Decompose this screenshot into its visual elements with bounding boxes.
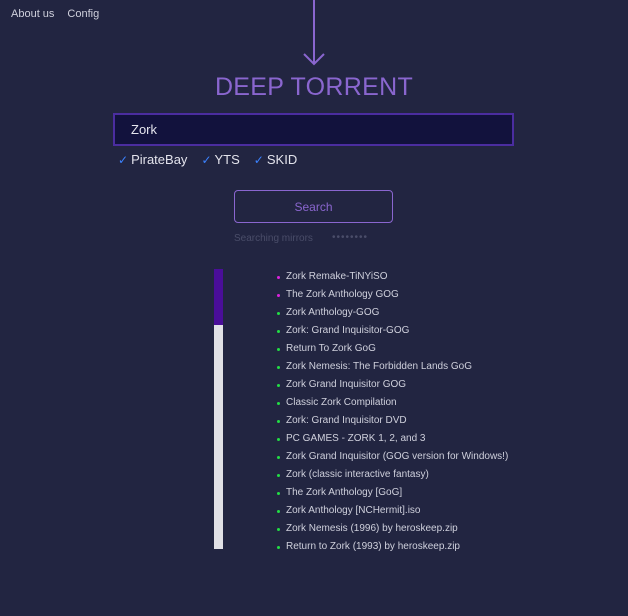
source-checkboxes: ✓ PirateBay ✓ YTS ✓ SKID [118,152,297,167]
status-dot-icon [277,491,280,495]
result-title: Return To Zork GoG [286,343,376,354]
source-label: SKID [266,152,298,167]
source-checkbox-skid[interactable]: ✓ SKID [254,152,297,167]
result-title: Zork Anthology [NCHermit].iso [286,505,421,516]
status-dot-icon [277,401,280,405]
result-item[interactable]: Zork Nemesis (1996) by heroskeep.zip [277,520,508,538]
config-link[interactable]: Config [67,8,99,20]
status-dot-icon [277,545,280,549]
status-dot-icon [277,311,280,315]
status-dot-icon [277,329,280,333]
source-label: PirateBay [131,152,188,167]
status-dot-icon [277,365,280,369]
down-arrow-icon [303,0,325,66]
search-status: Searching mirrors •••••••• [234,232,394,244]
loading-dots: •••••••• [332,232,369,243]
result-item[interactable]: Zork (classic interactive fantasy) [277,466,508,484]
about-us-link[interactable]: About us [11,8,54,20]
result-item[interactable]: Zork Nemesis: The Forbidden Lands GoG [277,358,508,376]
top-nav: About us Config [11,8,99,20]
result-item[interactable]: Zork Grand Inquisitor (GOG version for W… [277,448,508,466]
result-item[interactable]: Zork Anthology [NCHermit].iso [277,502,508,520]
source-label: YTS [214,152,240,167]
result-title: Classic Zork Compilation [286,397,397,408]
search-button[interactable]: Search [234,190,393,223]
result-title: Zork: Grand Inquisitor-GOG [286,325,410,336]
checkmark-icon: ✓ [201,152,212,167]
result-title: Zork Grand Inquisitor (GOG version for W… [286,451,509,462]
results-list: Zork Remake-TiNYiSO The Zork Anthology GO… [277,268,508,556]
status-dot-icon [277,275,280,279]
status-dot-icon [277,527,280,531]
status-dot-icon [277,455,280,459]
result-item[interactable]: PC GAMES - ZORK 1, 2, and 3 [277,430,508,448]
result-title: Zork Anthology-GOG [286,307,380,318]
checkmark-icon: ✓ [253,152,264,167]
status-dot-icon [277,437,280,441]
result-title: Zork Nemesis (1996) by heroskeep.zip [286,523,458,534]
result-title: Zork Remake-TiNYiSO [286,271,388,282]
status-dot-icon [277,383,280,387]
result-title: PC GAMES - ZORK 1, 2, and 3 [286,433,426,444]
checkmark-icon: ✓ [118,152,129,167]
status-dot-icon [277,347,280,351]
result-item[interactable]: Return to Zork (1993) by heroskeep.zip [277,538,508,556]
result-title: The Zork Anthology [GoG] [286,487,403,498]
result-title: Return to Zork (1993) by heroskeep.zip [286,541,460,552]
result-title: The Zork Anthology GOG [286,289,399,300]
result-item[interactable]: Classic Zork Compilation [277,394,508,412]
status-dot-icon [277,509,280,513]
source-checkbox-piratebay[interactable]: ✓ PirateBay [118,152,187,167]
search-input[interactable] [113,113,514,146]
scrollbar-thumb[interactable] [214,269,223,325]
result-item[interactable]: Zork Anthology-GOG [277,304,508,322]
result-item[interactable]: Return To Zork GoG [277,340,508,358]
result-title: Zork Grand Inquisitor GOG [286,379,407,390]
results-scrollbar[interactable] [214,269,223,549]
status-text: Searching mirrors [234,233,313,244]
result-item[interactable]: Zork Grand Inquisitor GOG [277,376,508,394]
result-title: Zork: Grand Inquisitor DVD [286,415,407,426]
result-item[interactable]: Zork Remake-TiNYiSO [277,268,508,286]
result-title: Zork (classic interactive fantasy) [286,469,429,480]
result-item[interactable]: Zork: Grand Inquisitor DVD [277,412,508,430]
result-item[interactable]: The Zork Anthology [GoG] [277,484,508,502]
source-checkbox-yts[interactable]: ✓ YTS [201,152,239,167]
status-dot-icon [277,473,280,477]
result-item[interactable]: The Zork Anthology GOG [277,286,508,304]
status-dot-icon [277,419,280,423]
page-title: DEEP TORRENT [214,73,414,101]
result-title: Zork Nemesis: The Forbidden Lands GoG [286,361,473,372]
result-item[interactable]: Zork: Grand Inquisitor-GOG [277,322,508,340]
status-dot-icon [277,293,280,297]
